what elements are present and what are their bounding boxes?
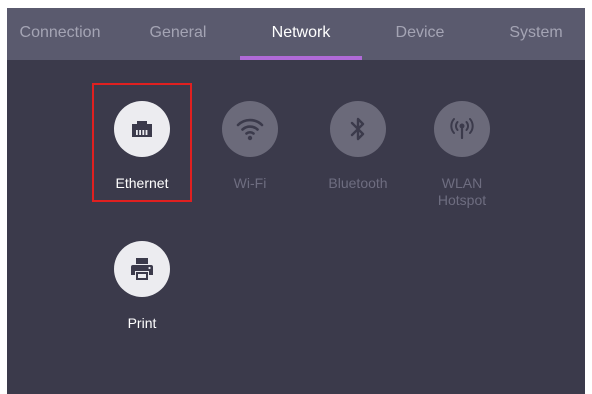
active-tab-indicator: [240, 56, 362, 60]
print-option[interactable]: Print: [94, 241, 190, 341]
wlan-hotspot-option[interactable]: WLAN Hotspot: [414, 101, 510, 217]
selection-highlight: [92, 83, 192, 202]
tab-connection[interactable]: Connection: [7, 8, 113, 60]
hotspot-icon: [434, 101, 490, 157]
bluetooth-label: Bluetooth: [328, 175, 388, 191]
tab-general[interactable]: General: [130, 8, 226, 60]
tab-system[interactable]: System: [487, 8, 585, 60]
tab-network[interactable]: Network: [240, 8, 362, 60]
tab-device[interactable]: Device: [372, 8, 468, 60]
tab-bar: Connection General Network Device System: [7, 8, 585, 60]
wifi-option[interactable]: Wi-Fi: [202, 101, 298, 201]
wlan-hotspot-label: WLAN Hotspot: [414, 175, 510, 209]
bluetooth-icon: [330, 101, 386, 157]
wifi-label: Wi-Fi: [233, 175, 267, 191]
printer-icon: [114, 241, 170, 297]
wlan-hotspot-label-line1: WLAN: [441, 175, 483, 191]
network-settings-panel: Connection General Network Device System…: [7, 8, 585, 394]
wifi-icon: [222, 101, 278, 157]
print-label: Print: [127, 315, 157, 331]
bluetooth-option[interactable]: Bluetooth: [310, 101, 406, 201]
wlan-hotspot-label-line2: Hotspot: [437, 192, 487, 208]
